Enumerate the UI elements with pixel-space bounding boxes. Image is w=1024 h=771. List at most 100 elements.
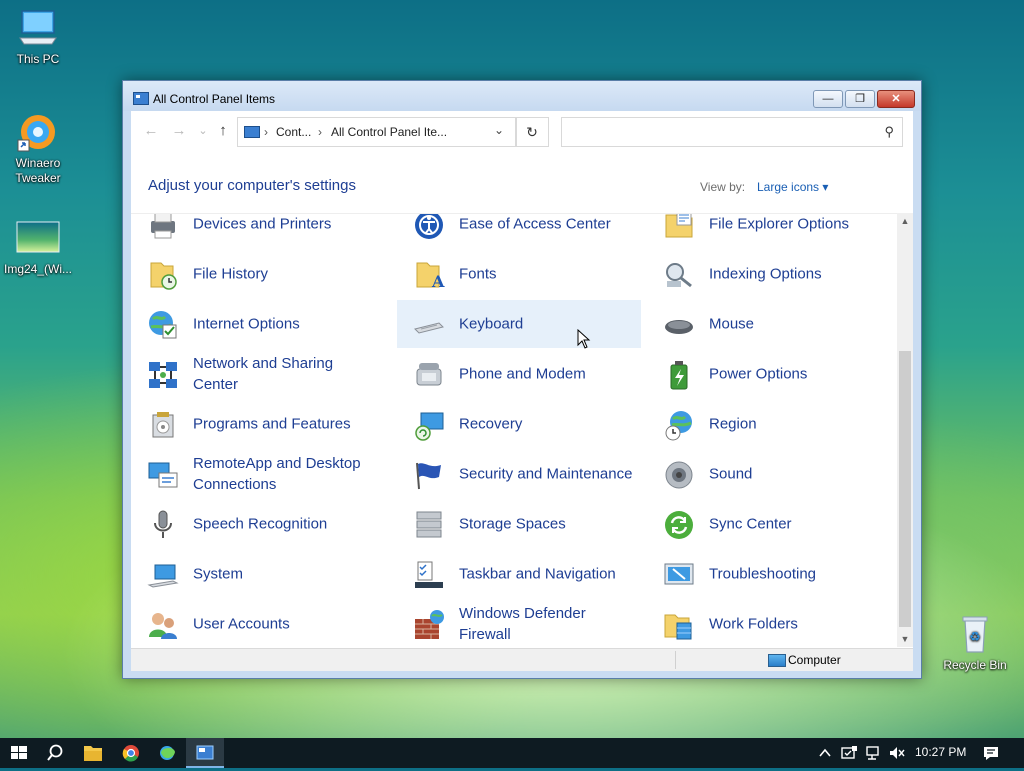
- taskbar-search-button[interactable]: [36, 738, 74, 768]
- folder-icon: [84, 746, 102, 761]
- chrome-icon: [122, 745, 139, 762]
- item-windows-defender-firewall[interactable]: Windows Defender Firewall: [397, 600, 641, 648]
- item-sound[interactable]: Sound: [647, 450, 891, 498]
- start-button[interactable]: [0, 738, 38, 768]
- view-by-dropdown[interactable]: Large icons ▾: [757, 180, 828, 194]
- indexing-icon: [663, 259, 695, 291]
- volume-muted-icon[interactable]: [888, 744, 906, 762]
- taskbar-control-panel[interactable]: [186, 738, 224, 768]
- item-label: Phone and Modem: [459, 365, 586, 383]
- taskbar-edge[interactable]: [150, 738, 188, 768]
- search-icon: [47, 744, 63, 761]
- address-dropdown-button[interactable]: ⌄: [494, 123, 504, 137]
- item-label: Devices and Printers: [193, 215, 332, 233]
- item-indexing-options[interactable]: Indexing Options: [647, 250, 891, 298]
- item-fonts[interactable]: A Fonts: [397, 250, 641, 298]
- items-list: Devices and Printers Ease of Access Cent…: [131, 213, 897, 648]
- item-taskbar-and-navigation[interactable]: Taskbar and Navigation: [397, 550, 641, 598]
- item-file-explorer-options[interactable]: File Explorer Options: [647, 214, 891, 248]
- item-troubleshooting[interactable]: Troubleshooting: [647, 550, 891, 598]
- item-sync-center[interactable]: Sync Center: [647, 500, 891, 548]
- maximize-button[interactable]: ❐: [845, 90, 875, 108]
- item-mouse[interactable]: Mouse: [647, 300, 891, 348]
- item-network-and-sharing-center[interactable]: Network and Sharing Center: [131, 350, 375, 398]
- item-label: Internet Options: [193, 315, 300, 333]
- item-work-folders[interactable]: Work Folders: [647, 600, 891, 648]
- mouse-icon: [663, 309, 695, 341]
- desktop-icon-recycle-bin[interactable]: ♻ Recycle Bin: [937, 614, 1013, 673]
- taskbar-file-explorer[interactable]: [74, 738, 112, 768]
- navigation-bar: ← → ⌄ ↑ › Cont... › All Control Panel It…: [131, 111, 913, 152]
- item-internet-options[interactable]: Internet Options: [131, 300, 375, 348]
- item-file-history[interactable]: File History: [131, 250, 375, 298]
- item-region[interactable]: Region: [647, 400, 891, 448]
- item-label: System: [193, 565, 244, 583]
- troubleshooting-icon: [663, 559, 695, 591]
- desktop-icon-img24[interactable]: Img24_(Wi...: [0, 218, 76, 277]
- network-tray-icon[interactable]: [864, 744, 882, 762]
- item-keyboard[interactable]: Keyboard: [397, 300, 641, 348]
- image-file-icon: [16, 218, 60, 258]
- item-recovery[interactable]: Recovery: [397, 400, 641, 448]
- item-ease-of-access-center[interactable]: Ease of Access Center: [397, 214, 641, 248]
- search-input[interactable]: ⚲: [561, 117, 903, 147]
- address-bar[interactable]: › Cont... › All Control Panel Ite... ⌄: [237, 117, 517, 147]
- item-label: Sync Center: [709, 515, 792, 533]
- desktop-icon-label: This PC: [16, 52, 60, 66]
- item-label: Fonts: [459, 265, 497, 283]
- work-folders-icon: [663, 609, 695, 641]
- recent-locations-button[interactable]: ⌄: [193, 121, 213, 141]
- item-label: Region: [709, 415, 757, 433]
- back-button[interactable]: ←: [141, 121, 161, 141]
- taskbar-clock[interactable]: 10:27 PM: [915, 745, 966, 759]
- control-panel-icon: [196, 745, 214, 760]
- window-client: ← → ⌄ ↑ › Cont... › All Control Panel It…: [131, 111, 913, 671]
- item-devices-and-printers[interactable]: Devices and Printers: [131, 214, 375, 248]
- breadcrumb-control-panel[interactable]: Cont...: [276, 125, 311, 139]
- taskbar-chrome[interactable]: [112, 738, 150, 768]
- item-label: RemoteApp and Desktop Connections: [193, 455, 361, 493]
- item-label: Programs and Features: [193, 415, 351, 433]
- item-phone-and-modem[interactable]: Phone and Modem: [397, 350, 641, 398]
- item-storage-spaces[interactable]: Storage Spaces: [397, 500, 641, 548]
- minimize-button[interactable]: —: [813, 90, 843, 108]
- breadcrumb-all-items[interactable]: All Control Panel Ite...: [331, 125, 447, 139]
- close-button[interactable]: ✕: [877, 90, 915, 108]
- svg-text:♻: ♻: [969, 630, 981, 645]
- security-tray-icon[interactable]: [840, 744, 858, 762]
- tray-overflow-chevron-icon[interactable]: [816, 744, 834, 762]
- action-center-icon[interactable]: [982, 744, 1000, 762]
- control-panel-icon: [244, 126, 260, 138]
- folder-options-icon: [663, 214, 695, 241]
- item-power-options[interactable]: Power Options: [647, 350, 891, 398]
- scroll-up-icon[interactable]: ▲: [897, 213, 913, 229]
- search-icon: ⚲: [884, 124, 894, 139]
- item-label: Keyboard: [459, 315, 524, 333]
- item-security-and-maintenance[interactable]: Security and Maintenance: [397, 450, 641, 498]
- item-system[interactable]: System: [131, 550, 375, 598]
- battery-icon: [663, 359, 695, 391]
- search-field[interactable]: [566, 119, 870, 145]
- remoteapp-icon: [147, 459, 179, 491]
- item-remoteapp-and-desktop-connections[interactable]: RemoteApp and Desktop Connections: [131, 450, 375, 498]
- title-bar[interactable]: All Control Panel Items — ❐ ✕: [123, 81, 921, 111]
- item-programs-and-features[interactable]: Programs and Features: [131, 400, 375, 448]
- control-panel-window: All Control Panel Items — ❐ ✕ ← → ⌄ ↑ › …: [122, 80, 922, 679]
- desktop-icon-label: Winaero Tweaker: [15, 156, 61, 185]
- item-user-accounts[interactable]: User Accounts: [131, 600, 375, 648]
- item-speech-recognition[interactable]: Speech Recognition: [131, 500, 375, 548]
- vertical-scrollbar[interactable]: ▲ ▼: [897, 213, 913, 647]
- mouse-cursor-icon: [577, 329, 591, 349]
- desktop-icon-this-pc[interactable]: This PC: [0, 8, 76, 67]
- winaero-icon: [16, 112, 60, 152]
- scroll-down-icon[interactable]: ▼: [897, 631, 913, 647]
- item-label: Troubleshooting: [709, 565, 817, 583]
- page-title: Adjust your computer's settings: [148, 177, 356, 194]
- up-button[interactable]: ↑: [213, 121, 233, 141]
- item-label: Speech Recognition: [193, 515, 328, 533]
- refresh-button[interactable]: ↻: [515, 117, 549, 147]
- forward-button[interactable]: →: [169, 121, 189, 141]
- desktop-icon-winaero-tweaker[interactable]: Winaero Tweaker: [0, 112, 76, 186]
- scrollbar-thumb[interactable]: [899, 351, 911, 627]
- edge-icon: [160, 746, 175, 760]
